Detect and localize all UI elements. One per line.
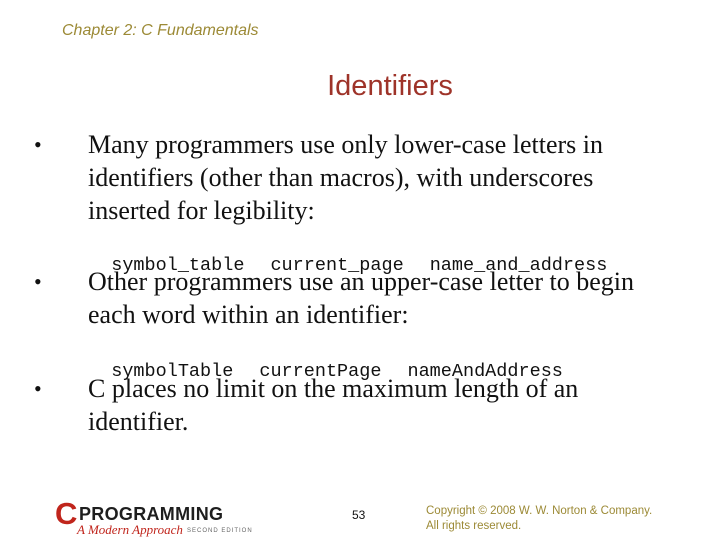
copyright: Copyright © 2008 W. W. Norton & Company.… [426, 504, 652, 534]
slide-title: Identifiers [327, 70, 453, 102]
copyright-line: Copyright © 2008 W. W. Norton & Company. [426, 505, 653, 517]
bullet-text: Other programmers use an upper-case lett… [88, 267, 634, 329]
logo-edition: SECOND EDITION [187, 528, 253, 534]
bullet-icon: • [34, 376, 42, 401]
bullet-item: • Other programmers use an upper-case le… [34, 265, 674, 331]
bullet-text: Many programmers use only lower-case let… [88, 130, 603, 225]
bullet-icon: • [34, 269, 42, 294]
page-number: 53 [352, 508, 366, 522]
logo-subtitle: A Modern Approach [77, 522, 183, 537]
bullet-icon: • [34, 132, 42, 157]
bullet-item: • Many programmers use only lower-case l… [34, 128, 674, 227]
bullet-text: C places no limit on the maximum length … [88, 374, 579, 436]
bullet-item: • C places no limit on the maximum lengt… [34, 372, 674, 438]
copyright-line: All rights reserved. [426, 520, 522, 532]
book-logo: C PROGRAMMING A Modern Approach SECOND E… [55, 498, 275, 540]
logo-letter: C [55, 496, 78, 531]
chapter-header: Chapter 2: C Fundamentals [62, 22, 259, 39]
